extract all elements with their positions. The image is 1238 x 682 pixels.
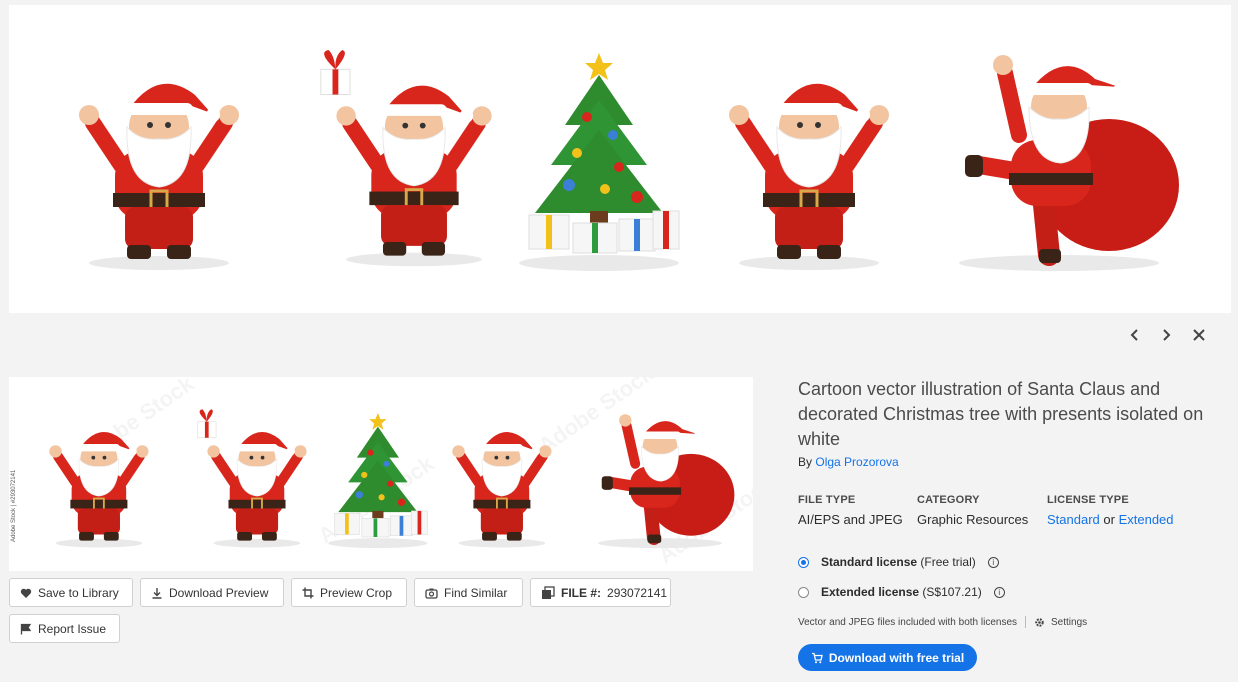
category-label: CATEGORY <box>917 494 980 506</box>
license-type-value: Standard or Extended <box>1047 512 1174 527</box>
asset-title: Cartoon vector illustration of Santa Cla… <box>798 379 1204 449</box>
hero-image[interactable] <box>9 5 1231 313</box>
file-number-button[interactable]: FILE #: 293072141 <box>530 578 671 607</box>
extended-license-option[interactable]: Extended license (S$107.21) i <box>798 585 1005 599</box>
extended-license-link[interactable]: Extended <box>1119 512 1174 527</box>
preview-crop-label: Preview Crop <box>320 585 393 600</box>
included-note: Vector and JPEG files included with both… <box>798 616 1018 628</box>
save-to-library-button[interactable]: Save to Library <box>9 578 133 607</box>
author-link[interactable]: Olga Prozorova <box>815 455 898 469</box>
extended-license-radio[interactable] <box>798 586 809 598</box>
info-icon[interactable]: i <box>987 556 999 568</box>
gear-icon[interactable] <box>1034 617 1045 628</box>
divider <box>1025 616 1027 628</box>
author-line: By Olga Prozorova <box>798 455 899 469</box>
download-icon <box>152 587 162 599</box>
category-link[interactable]: Graphic Resources <box>917 512 1028 527</box>
camera-icon <box>425 588 438 599</box>
by-prefix: By <box>798 455 813 469</box>
save-to-library-label: Save to Library <box>38 585 119 600</box>
standard-license-link[interactable]: Standard <box>1047 512 1100 527</box>
file-icon <box>542 585 555 599</box>
standard-license-note: (Free trial) <box>920 555 976 569</box>
standard-license-label: Standard license <box>821 555 918 569</box>
hero-illustration <box>9 5 1231 313</box>
thumbnail-illustration <box>9 377 753 571</box>
standard-license-radio[interactable] <box>798 556 809 568</box>
stock-id-label: Adobe Stock | #293072141 <box>11 469 17 542</box>
report-issue-button[interactable]: Report Issue <box>9 614 120 643</box>
find-similar-label: Find Similar <box>444 585 508 600</box>
preview-thumbnail[interactable]: Adobe Stock Adobe Stock Adobe Stock Adob… <box>9 377 753 571</box>
settings-link[interactable]: Settings <box>1051 617 1087 628</box>
preview-crop-button[interactable]: Preview Crop <box>291 578 407 607</box>
flag-icon <box>20 623 32 634</box>
info-icon[interactable]: i <box>993 586 1005 598</box>
download-preview-label: Download Preview <box>169 585 269 600</box>
file-type-value: AI/EPS and JPEG <box>798 512 903 527</box>
file-type-label: FILE TYPE <box>798 494 856 506</box>
cart-download-icon <box>811 652 823 663</box>
license-type-label: LICENSE TYPE <box>1047 494 1129 506</box>
chevron-left-icon[interactable] <box>1122 322 1148 348</box>
download-free-trial-button[interactable]: Download with free trial <box>798 644 977 671</box>
find-similar-button[interactable]: Find Similar <box>414 578 523 607</box>
file-label: FILE #: <box>561 585 602 600</box>
extended-license-label: Extended license <box>821 585 920 599</box>
report-issue-label: Report Issue <box>38 621 107 636</box>
close-icon[interactable] <box>1186 322 1212 348</box>
download-preview-button[interactable]: Download Preview <box>140 578 284 607</box>
crop-icon <box>302 587 314 598</box>
heart-icon <box>20 588 32 598</box>
download-free-trial-label: Download with free trial <box>828 650 965 665</box>
extended-license-note: (S$107.21) <box>922 585 982 599</box>
file-number: 293072141 <box>607 585 668 600</box>
license-note: Vector and JPEG files included with both… <box>798 616 1087 628</box>
license-or: or <box>1103 512 1115 527</box>
standard-license-option[interactable]: Standard license (Free trial) i <box>798 555 999 569</box>
chevron-right-icon[interactable] <box>1153 322 1179 348</box>
